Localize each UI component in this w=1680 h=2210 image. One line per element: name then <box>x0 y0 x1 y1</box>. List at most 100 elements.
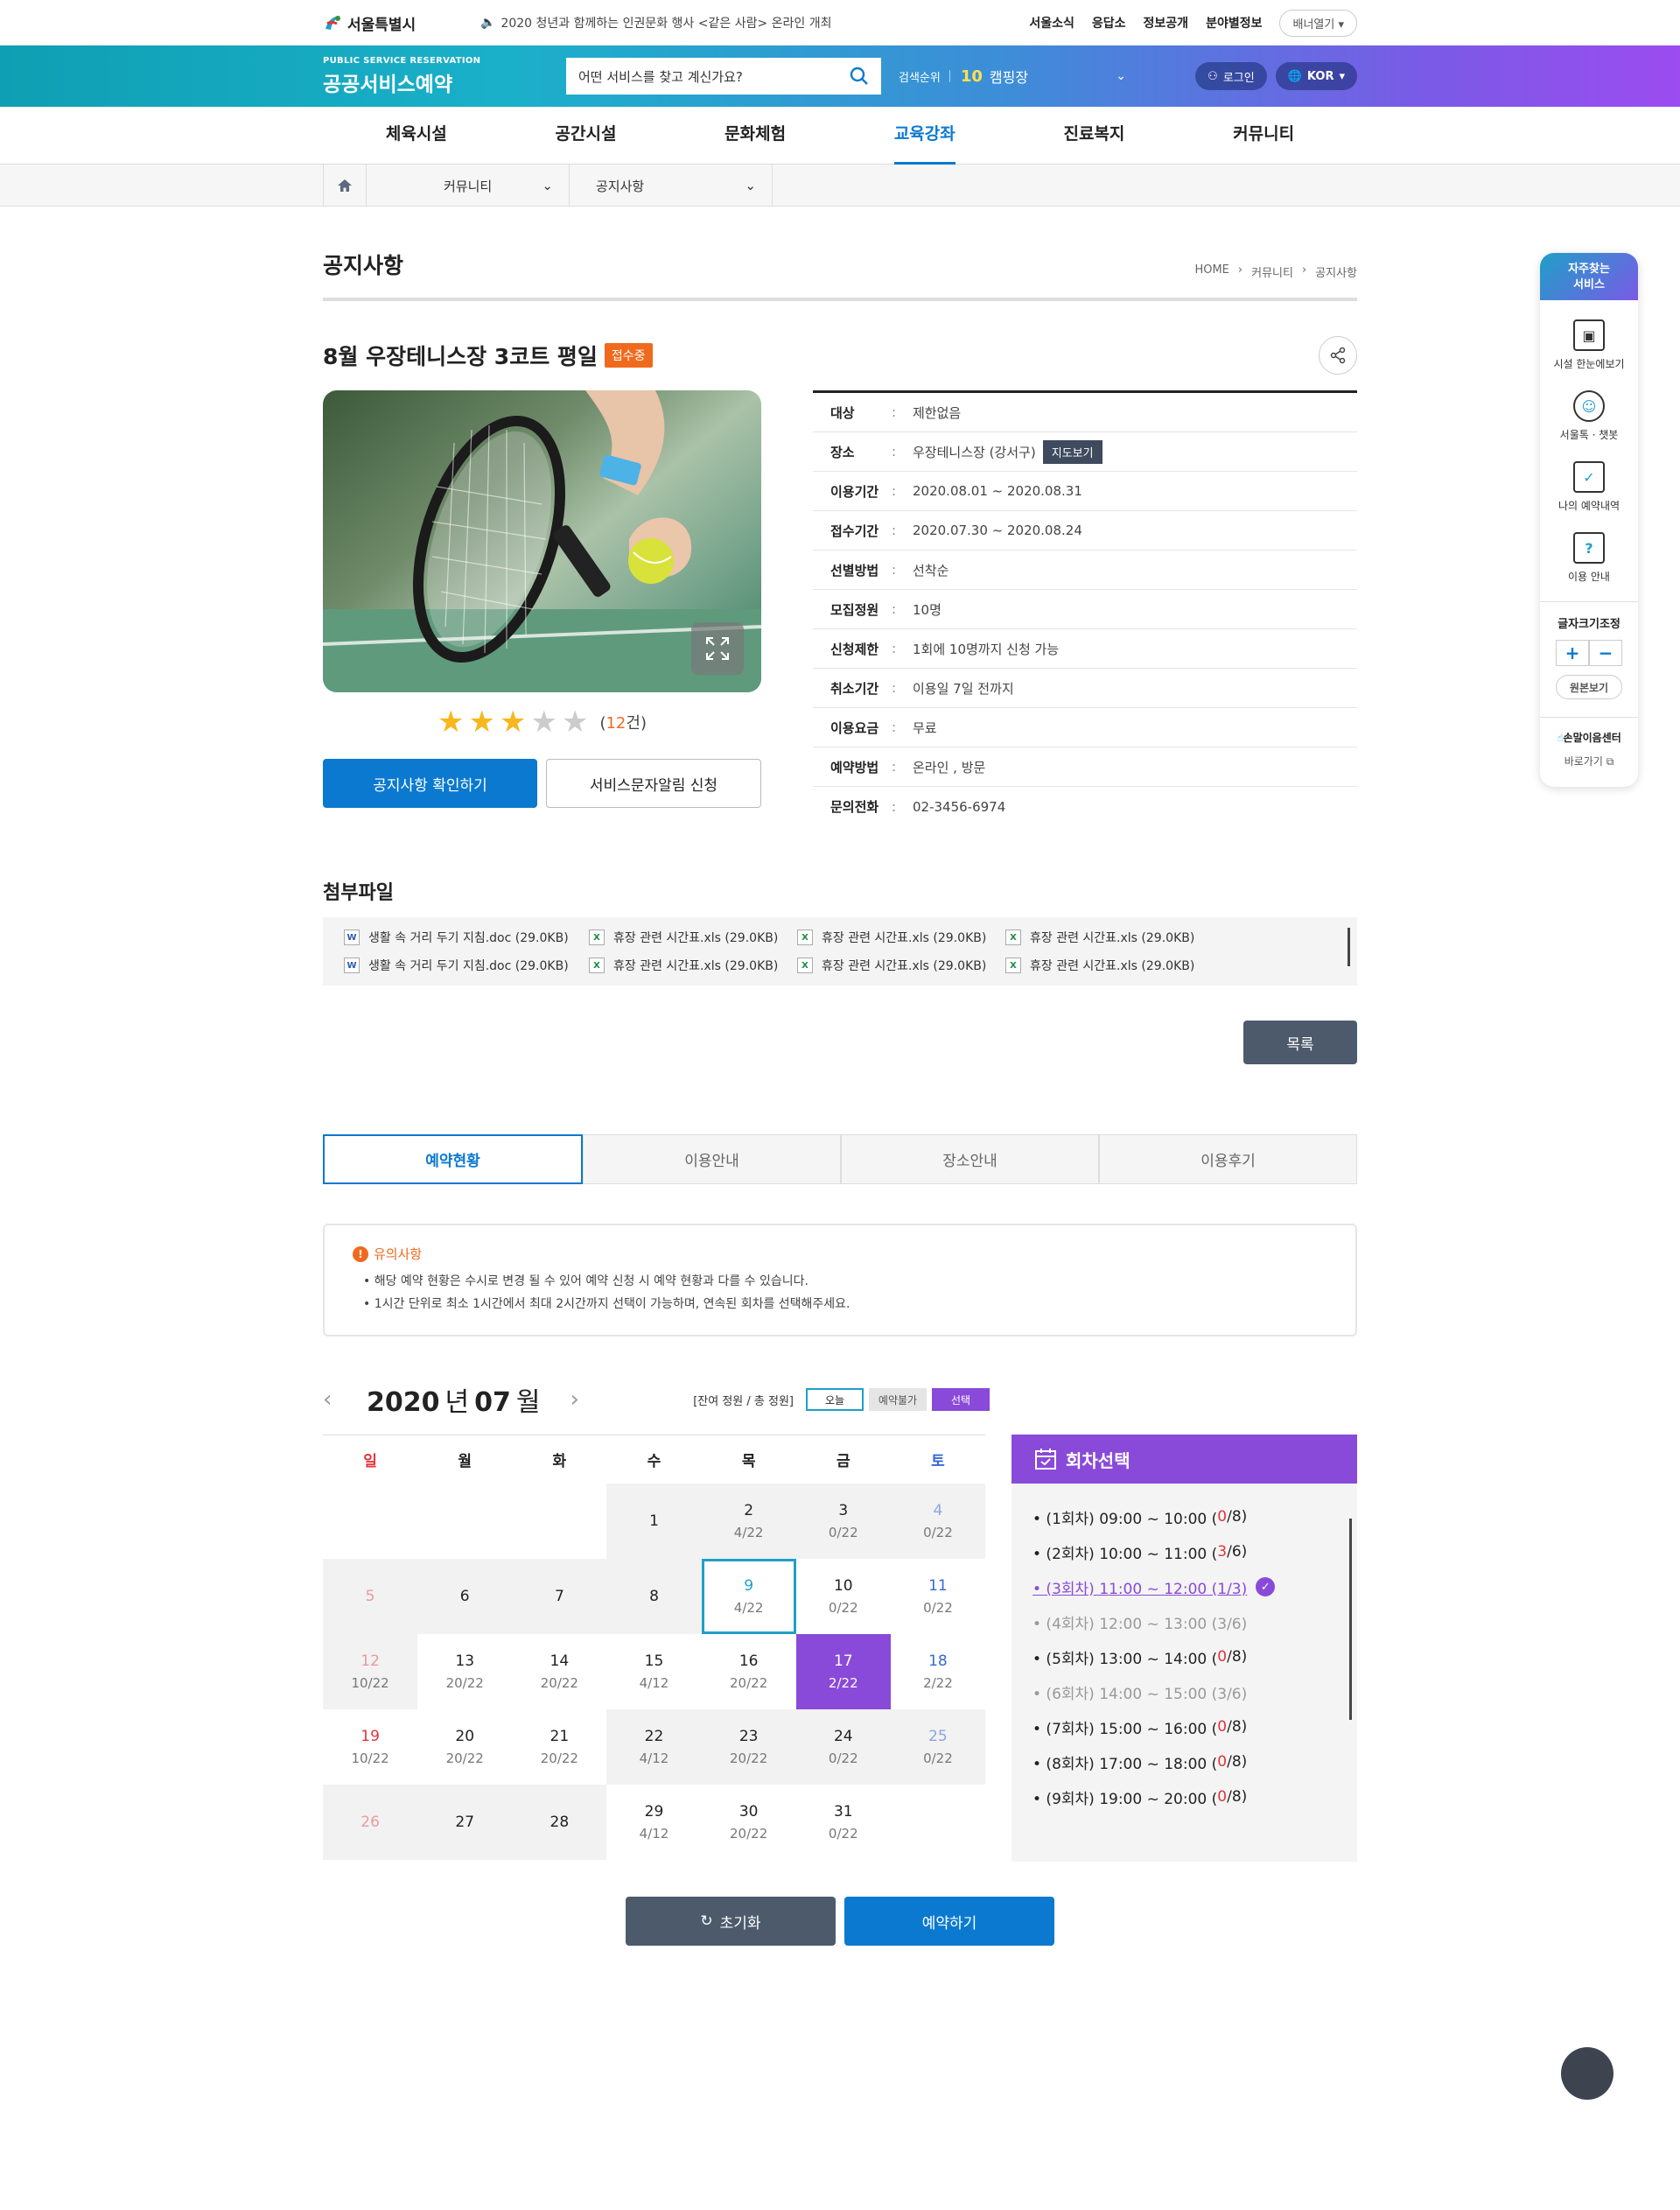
link-info-open[interactable]: 정보공개 <box>1144 14 1189 32</box>
scrollbar[interactable] <box>1348 928 1350 966</box>
calendar-day[interactable]: 24 0/22 <box>795 1709 891 1785</box>
calendar-day[interactable]: 27 <box>417 1785 513 1860</box>
attachment-file[interactable]: X 휴장 관련 시간표.xls (29.0KB) <box>1005 954 1214 977</box>
attachment-file[interactable]: X 휴장 관련 시간표.xls (29.0KB) <box>1005 926 1214 949</box>
attachment-file[interactable]: X 휴장 관련 시간표.xls (29.0KB) <box>797 926 1005 949</box>
calendar-day[interactable]: 22 4/12 <box>606 1709 702 1785</box>
review-count[interactable]: (12건) <box>599 711 647 733</box>
calendar-day[interactable]: 25 0/22 <box>890 1709 985 1785</box>
quick-chatbot[interactable]: ☺ 서울톡 · 챗봇 <box>1540 390 1638 442</box>
calendar-day[interactable]: 2 4/22 <box>701 1484 796 1559</box>
calendar-day[interactable]: 3 0/22 <box>795 1484 891 1559</box>
location-select-depth2[interactable]: 공지사항 ⌄ <box>570 165 773 207</box>
scroll-top-button[interactable] <box>1561 2047 1614 2100</box>
calendar-day[interactable]: 9 4/22 <box>701 1559 796 1634</box>
calendar-day[interactable]: 11 0/22 <box>891 1559 985 1634</box>
font-original-button[interactable]: 원본보기 <box>1556 675 1622 699</box>
list-button[interactable]: 목록 <box>1243 1021 1357 1064</box>
font-plus-button[interactable]: + <box>1556 640 1589 666</box>
confirm-notice-button[interactable]: 공지사항 확인하기 <box>323 759 537 808</box>
nav-community[interactable]: 커뮤니티 <box>1233 107 1294 165</box>
calendar-day[interactable]: 8 <box>606 1559 702 1634</box>
nav-sports[interactable]: 체육시설 <box>386 107 447 165</box>
nav-culture[interactable]: 문화체험 <box>724 107 786 165</box>
calendar-day[interactable]: 30 20/22 <box>702 1785 796 1860</box>
tab-location-guide[interactable]: 장소안내 <box>841 1134 1099 1184</box>
link-eungdapso[interactable]: 응답소 <box>1092 14 1126 32</box>
nav-space[interactable]: 공간시설 <box>556 107 617 165</box>
attachment-file[interactable]: W 생활 속 거리 두기 지침.doc (29.0KB) <box>344 954 589 977</box>
calendar-day[interactable]: 13 20/22 <box>417 1634 512 1709</box>
calendar-day[interactable]: 28 <box>512 1785 607 1860</box>
seoul-logo[interactable]: 서울특별시 <box>323 12 480 34</box>
quick-usage-guide[interactable]: ? 이용 안내 <box>1540 532 1638 584</box>
weekday-sat: 토 <box>931 1453 945 1470</box>
link-seoul-news[interactable]: 서울소식 <box>1029 14 1074 32</box>
calendar-day[interactable]: 4 0/22 <box>890 1484 985 1559</box>
language-button[interactable]: 🌐 KOR ▾ <box>1275 62 1357 90</box>
expand-icon[interactable] <box>691 622 744 675</box>
banner-open-button[interactable]: 배너열기 ▾ <box>1279 9 1357 37</box>
login-button[interactable]: ⚇ 로그인 <box>1195 62 1267 90</box>
notice-ticker[interactable]: 🔈 2020 청년과 함께하는 인권문화 행사 <같은 사람> 온라인 개최 <box>480 14 1029 32</box>
calendar-day[interactable]: 6 <box>417 1559 513 1634</box>
next-month-icon[interactable]: › <box>570 1386 578 1413</box>
calendar-day[interactable]: 15 4/12 <box>606 1634 701 1709</box>
chevron-down-icon[interactable]: ⌄ <box>1116 69 1126 83</box>
review-count-number: 12 <box>606 714 626 733</box>
calendar-day[interactable]: 29 4/12 <box>606 1785 701 1860</box>
book-button[interactable]: 예약하기 <box>844 1897 1054 1946</box>
sms-alert-button[interactable]: 서비스문자알림 신청 <box>546 759 761 808</box>
calendar-day[interactable]: 17 2/22 <box>795 1634 891 1709</box>
round-item[interactable]: • (3회차) 11:00 ~ 12:00 (1/3) ✓ <box>1032 1569 1336 1604</box>
attachment-file[interactable]: X 휴장 관련 시간표.xls (29.0KB) <box>589 954 797 977</box>
calendar-day[interactable]: 1 <box>606 1484 702 1559</box>
calendar-day[interactable]: 18 2/22 <box>891 1634 985 1709</box>
share-button[interactable] <box>1319 336 1357 375</box>
nav-medical[interactable]: 진료복지 <box>1063 107 1124 165</box>
font-minus-button[interactable]: − <box>1589 640 1622 666</box>
round-item[interactable]: • (7회차) 15:00 ~ 16:00 (0/8) <box>1032 1709 1336 1744</box>
scrollbar[interactable] <box>1349 1519 1352 1720</box>
nav-education[interactable]: 교육강좌 <box>893 107 956 165</box>
prev-month-icon[interactable]: ‹ <box>323 1386 367 1413</box>
breadcrumb-community[interactable]: 커뮤니티 <box>1251 263 1293 280</box>
quick-my-reservations[interactable]: ✓ 나의 예약내역 <box>1540 461 1638 513</box>
round-item[interactable]: • (2회차) 10:00 ~ 11:00 (3/6) <box>1032 1534 1336 1569</box>
round-item[interactable]: • (5회차) 13:00 ~ 14:00 (0/8) <box>1032 1639 1336 1674</box>
home-icon[interactable] <box>323 165 367 207</box>
sign-center-link[interactable]: ☝손말이음센터 바로가기 ⧉ <box>1540 717 1638 768</box>
calendar-day[interactable]: 21 20/22 <box>512 1709 606 1785</box>
calendar-day[interactable]: 14 20/22 <box>512 1634 606 1709</box>
calendar-day[interactable]: 10 0/22 <box>796 1559 891 1634</box>
attachment-file[interactable]: X 휴장 관련 시간표.xls (29.0KB) <box>797 954 1005 977</box>
search-rank[interactable]: 검색순위 10 캠핑장 ⌄ <box>899 66 1126 87</box>
tab-reviews[interactable]: 이용후기 <box>1099 1134 1357 1184</box>
round-item[interactable]: • (1회차) 09:00 ~ 10:00 (0/8) <box>1032 1499 1336 1534</box>
quick-facility-overview[interactable]: ▣ 시설 한눈에보기 <box>1540 319 1638 371</box>
attachment-file[interactable]: X 휴장 관련 시간표.xls (29.0KB) <box>589 926 797 949</box>
search-icon[interactable] <box>850 67 869 86</box>
tab-usage-guide[interactable]: 이용안내 <box>583 1134 841 1184</box>
calendar-day[interactable]: 5 <box>323 1559 418 1634</box>
calendar-day[interactable]: 20 20/22 <box>417 1709 512 1785</box>
attachment-file[interactable]: W 생활 속 거리 두기 지침.doc (29.0KB) <box>344 926 589 949</box>
location-select-depth1[interactable]: 커뮤니티 ⌄ <box>367 165 570 207</box>
calendar-day[interactable]: 26 <box>323 1785 418 1860</box>
round-item[interactable]: • (9회차) 19:00 ~ 20:00 (0/8) <box>1032 1779 1336 1814</box>
map-view-button[interactable]: 지도보기 <box>1042 439 1102 464</box>
search-input[interactable]: 어떤 서비스를 찾고 계신가요? <box>566 58 881 95</box>
calendar-day[interactable]: 7 <box>512 1559 607 1634</box>
link-field-info[interactable]: 분야별정보 <box>1206 14 1262 32</box>
calendar-day[interactable]: 12 10/22 <box>323 1634 418 1709</box>
service-brand[interactable]: PUBLIC SERVICE RESERVATION 공공서비스예약 <box>323 56 566 97</box>
calendar-day[interactable]: 23 20/22 <box>701 1709 796 1785</box>
tab-reservation-status[interactable]: 예약현황 <box>323 1134 583 1184</box>
calendar-day[interactable]: 19 10/22 <box>323 1709 417 1785</box>
reset-button[interactable]: ↻ 초기화 <box>626 1897 836 1946</box>
calendar-day[interactable]: 16 20/22 <box>702 1634 796 1709</box>
calendar-day[interactable]: 31 0/22 <box>796 1785 891 1860</box>
day-number: 26 <box>360 1814 380 1831</box>
round-item[interactable]: • (8회차) 17:00 ~ 18:00 (0/8) <box>1032 1744 1336 1779</box>
breadcrumb-home[interactable]: HOME <box>1194 263 1228 280</box>
